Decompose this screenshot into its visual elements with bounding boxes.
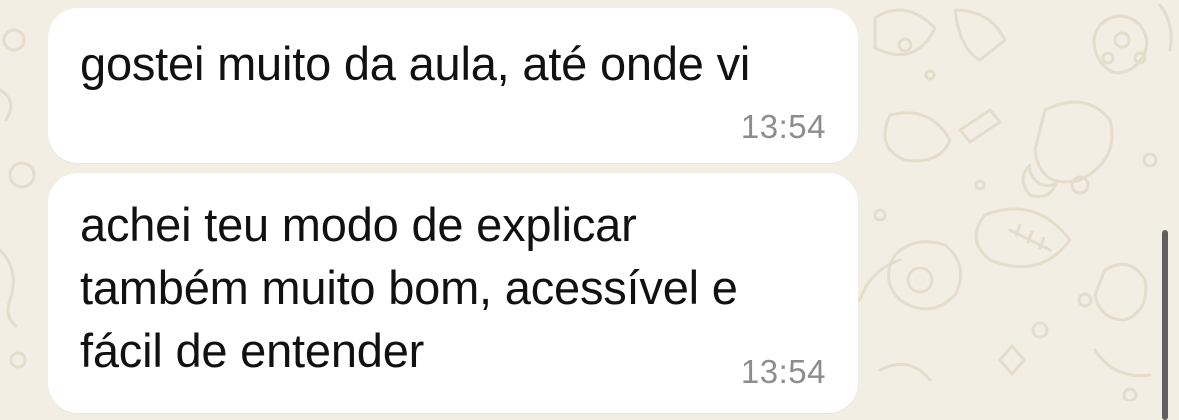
message-text: gostei muito da aula, até onde vi [80,32,750,95]
message-text-line: achei teu modo de explicar [80,198,637,251]
message-bubble[interactable]: achei teu modo de explicar também muito … [48,173,858,413]
message-bubble[interactable]: gostei muito da aula, até onde vi 13:54 [48,8,858,163]
message-text-line: também muito bom, acessível e [80,261,738,314]
message-text-line: gostei muito da aula, até onde vi [80,37,751,90]
message-timestamp: 13:54 [740,353,826,390]
scrollbar[interactable] [1162,230,1168,420]
message-text: achei teu modo de explicar também muito … [80,193,738,382]
message-timestamp: 13:54 [740,108,826,145]
message-text-line: fácil de entender [80,324,425,377]
